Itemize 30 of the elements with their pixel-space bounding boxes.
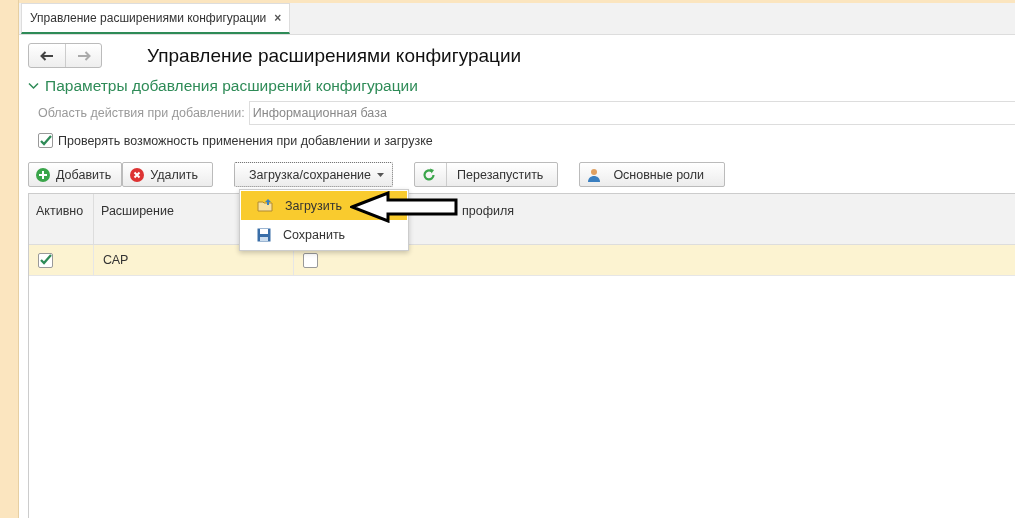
toolbar-button[interactable]: Перезапустить (414, 162, 559, 187)
section-header[interactable]: Параметры добавления расширений конфигурации (28, 77, 1015, 95)
toolbar-button[interactable]: Удалить (122, 162, 213, 187)
tab[interactable]: Управление расширениями конфигурации × (21, 3, 291, 34)
checkbox[interactable] (38, 133, 53, 148)
scope-field[interactable]: Информационная база (248, 101, 1015, 125)
delete-icon (130, 167, 145, 182)
table-row[interactable]: САР (29, 245, 1015, 276)
checkbox[interactable] (303, 252, 318, 268)
toolbar-button[interactable]: Основные роли (579, 162, 726, 187)
refresh-icon (422, 167, 437, 182)
save-icon (257, 227, 271, 242)
checkbox-label: Проверять возможность применения при добавлении и загрузке (58, 133, 433, 148)
dropdown-button[interactable]: Загрузка/сохранение (234, 162, 394, 187)
page-title: Управление расширениями конфигурации (147, 44, 522, 67)
caret-icon (377, 172, 385, 177)
folder-icon (257, 199, 273, 212)
chevron-icon (28, 82, 39, 90)
checkbox[interactable] (38, 252, 53, 268)
column-header[interactable]: профиля (462, 204, 514, 218)
plus-icon (36, 167, 50, 182)
person-icon (587, 167, 602, 182)
back-arrow-icon (40, 50, 54, 61)
forward-arrow-icon (76, 50, 91, 61)
column-header[interactable]: Расширение (101, 204, 174, 218)
column-header[interactable]: Активно (36, 204, 84, 218)
toolbar-button[interactable]: Добавить (28, 162, 123, 187)
field-label: Область действия при добавлении: (38, 106, 245, 120)
close-icon[interactable]: × (274, 11, 282, 25)
table-cell: САР (94, 245, 294, 275)
